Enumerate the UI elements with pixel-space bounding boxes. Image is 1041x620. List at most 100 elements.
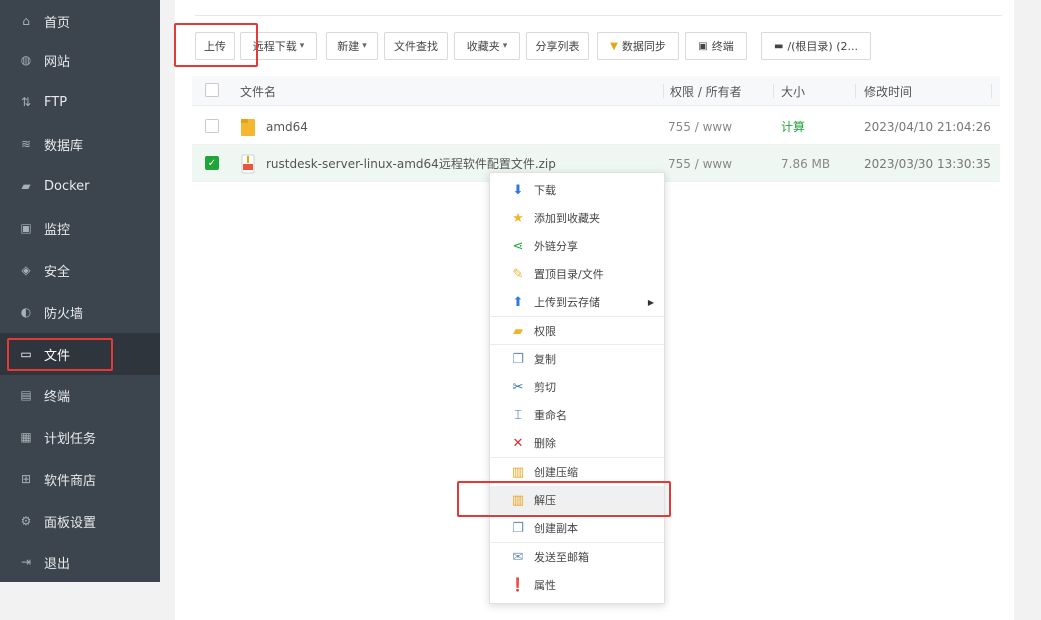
menu-item-label: 重命名 xyxy=(534,409,567,422)
divider xyxy=(195,15,1002,16)
data-sync-button[interactable]: ▼ 数据同步 xyxy=(597,32,679,60)
ftp-icon: ⇅ xyxy=(20,95,32,109)
file-permission[interactable]: 755 / www xyxy=(668,108,732,145)
sidebar-item-database[interactable]: ≋ 数据库 xyxy=(0,123,160,165)
column-header-size[interactable]: 大小 xyxy=(781,76,805,106)
duplicate-icon: ❐ xyxy=(512,520,524,536)
file-size[interactable]: 计算 xyxy=(781,108,805,145)
file-name[interactable]: amd64 xyxy=(266,108,308,145)
sidebar-item-security[interactable]: ◈ 安全 xyxy=(0,249,160,291)
sidebar-item-label: 终端 xyxy=(44,389,71,405)
new-button[interactable]: 新建 ▾ xyxy=(326,32,378,60)
sidebar-item-label: 安全 xyxy=(44,264,71,280)
download-icon: ⬇ xyxy=(512,182,524,198)
delete-icon: ✕ xyxy=(512,435,524,451)
menu-item-label: 发送至邮箱 xyxy=(534,551,589,564)
sidebar-item-label: 软件商店 xyxy=(44,473,97,489)
terminal-icon: ▤ xyxy=(20,388,32,402)
menu-item-label: 外链分享 xyxy=(534,240,578,253)
firewall-icon: ◐ xyxy=(20,305,32,319)
sidebar-item-label: FTP xyxy=(44,94,68,110)
sidebar-item-firewall[interactable]: ◐ 防火墙 xyxy=(0,291,160,333)
sidebar-item-monitor[interactable]: ▣ 监控 xyxy=(0,207,160,249)
sidebar-item-label: Docker xyxy=(44,178,90,194)
share-list-button[interactable]: 分享列表 xyxy=(526,32,589,60)
sidebar-item-docker[interactable]: ▰ Docker xyxy=(0,165,160,207)
scissors-icon: ✂ xyxy=(512,379,524,395)
sidebar-item-website[interactable]: ◍ 网站 xyxy=(0,39,160,81)
folder-icon xyxy=(240,108,256,145)
menu-item-label: 剪切 xyxy=(534,381,556,394)
menu-item-label: 下载 xyxy=(534,184,556,197)
menu-item-copy[interactable]: ❐ 复制 xyxy=(490,345,664,373)
sidebar-item-store[interactable]: ⊞ 软件商店 xyxy=(0,458,160,500)
sidebar-item-terminal[interactable]: ▤ 终端 xyxy=(0,374,160,416)
data-sync-label: 数据同步 xyxy=(621,40,666,53)
home-icon: ⌂ xyxy=(22,14,30,28)
highlight-box-files xyxy=(7,338,113,371)
star-icon: ★ xyxy=(512,210,524,226)
menu-item-upload-cloud[interactable]: ⬆ 上传到云存储 ▶ xyxy=(490,288,664,316)
row-checkbox-checked[interactable]: ✓ xyxy=(205,156,219,170)
menu-item-share-link[interactable]: ⋖ 外链分享 xyxy=(490,232,664,260)
context-menu: ⬇ 下载 ★ 添加到收藏夹 ⋖ 外链分享 ✎ 置顶目录/文件 ⬆ 上传到云存储 … xyxy=(489,172,665,604)
menu-item-duplicate[interactable]: ❐ 创建副本 xyxy=(490,514,664,542)
file-search-button[interactable]: 文件查找 xyxy=(384,32,448,60)
column-separator xyxy=(663,84,664,98)
sync-icon: ▼ xyxy=(610,40,618,52)
terminal-label: 终端 xyxy=(711,40,734,53)
highlight-box-upload xyxy=(174,23,258,67)
chevron-down-icon: ▾ xyxy=(502,41,508,51)
menu-item-download[interactable]: ⬇ 下载 xyxy=(490,176,664,204)
table-row[interactable]: amd64 755 / www 计算 2023/04/10 21:04:26 xyxy=(192,108,1000,145)
column-header-permission[interactable]: 权限 / 所有者 xyxy=(670,76,742,106)
menu-item-permission[interactable]: ▰ 权限 xyxy=(490,317,664,345)
menu-item-properties[interactable]: ❗ 属性 xyxy=(490,571,664,599)
menu-item-cut[interactable]: ✂ 剪切 xyxy=(490,373,664,401)
menu-item-label: 添加到收藏夹 xyxy=(534,212,600,225)
menu-item-label: 权限 xyxy=(534,325,556,338)
sidebar-item-home[interactable]: ⌂ 首页 xyxy=(0,0,160,42)
row-checkbox[interactable] xyxy=(205,119,219,133)
column-header-mtime[interactable]: 修改时间 xyxy=(864,76,912,106)
new-label: 新建 xyxy=(337,40,360,53)
sidebar-item-ftp[interactable]: ⇅ FTP xyxy=(0,81,160,123)
column-separator xyxy=(773,84,774,98)
sidebar-item-settings[interactable]: ⚙ 面板设置 xyxy=(0,500,160,542)
terminal-button[interactable]: ▣ 终端 xyxy=(685,32,747,60)
menu-item-label: 属性 xyxy=(534,579,556,592)
sidebar-item-label: 退出 xyxy=(44,556,71,572)
path-label: /(根目录) (2... xyxy=(787,40,859,53)
menu-item-send-email[interactable]: ✉ 发送至邮箱 xyxy=(490,543,664,571)
select-all-checkbox[interactable] xyxy=(205,83,219,97)
path-button[interactable]: ▬ /(根目录) (2... xyxy=(761,32,871,60)
column-header-name[interactable]: 文件名 xyxy=(240,76,276,106)
file-mtime: 2023/04/10 21:04:26 xyxy=(864,119,991,134)
favorites-button[interactable]: 收藏夹 ▾ xyxy=(454,32,520,60)
sidebar-item-label: 计划任务 xyxy=(44,431,97,447)
sidebar-item-cron[interactable]: ▦ 计划任务 xyxy=(0,416,160,458)
favorites-label: 收藏夹 xyxy=(466,40,500,53)
menu-item-pin-top[interactable]: ✎ 置顶目录/文件 xyxy=(490,260,664,288)
file-search-label: 文件查找 xyxy=(394,40,438,53)
monitor-icon: ▣ xyxy=(20,221,32,235)
archive-icon: ▥ xyxy=(511,464,525,480)
file-size: 7.86 MB xyxy=(781,156,831,171)
disk-icon: ▬ xyxy=(773,40,784,52)
sidebar-item-label: 数据库 xyxy=(44,138,84,154)
shield-icon: ◈ xyxy=(21,263,31,277)
menu-item-label: 创建副本 xyxy=(534,522,578,535)
sidebar-item-logout[interactable]: ⇥ 退出 xyxy=(0,541,160,583)
sidebar-item-label: 监控 xyxy=(44,222,71,238)
zip-file-icon xyxy=(240,145,256,182)
table-header: 文件名 权限 / 所有者 大小 修改时间 xyxy=(192,76,1000,106)
chevron-down-icon: ▾ xyxy=(299,41,305,51)
logout-icon: ⇥ xyxy=(20,555,32,569)
menu-item-rename[interactable]: ⌶ 重命名 xyxy=(490,401,664,429)
highlight-box-extract xyxy=(457,481,671,517)
database-icon: ≋ xyxy=(20,137,32,151)
file-permission[interactable]: 755 / www xyxy=(668,145,732,182)
terminal-icon: ▣ xyxy=(698,40,708,52)
menu-item-add-favorite[interactable]: ★ 添加到收藏夹 xyxy=(490,204,664,232)
menu-item-delete[interactable]: ✕ 删除 xyxy=(490,429,664,457)
